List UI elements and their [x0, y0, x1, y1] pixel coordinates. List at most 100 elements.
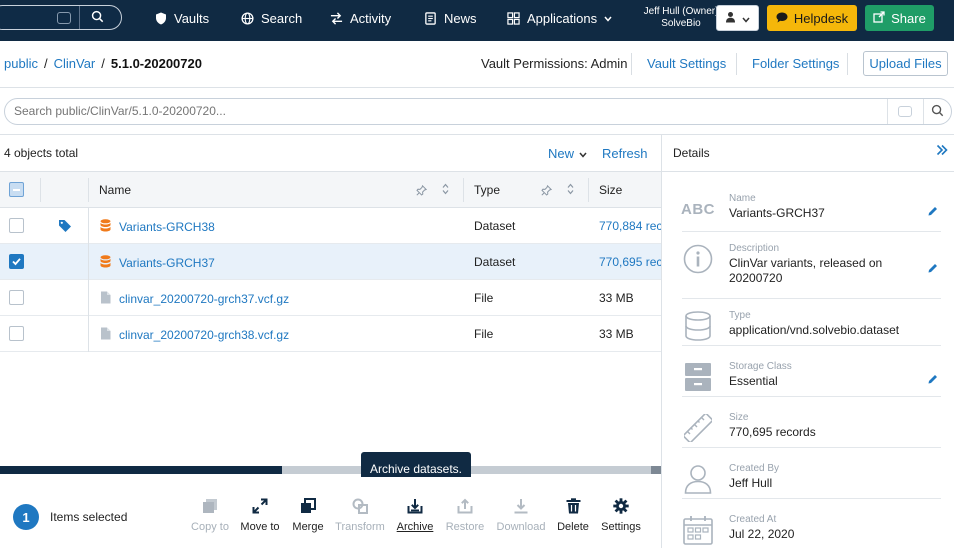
refresh-button[interactable]: Refresh [602, 146, 648, 161]
arrows-exchange-icon [330, 12, 343, 25]
gear-icon [591, 496, 651, 516]
breadcrumb-current: 5.1.0-20200720 [110, 56, 202, 71]
selection-action-bar: 1 Items selected Copy to Move to Merge T… [0, 477, 661, 548]
detail-label: Description [729, 243, 780, 254]
transform-button[interactable]: Transform [330, 496, 390, 533]
row-name-link[interactable]: Variants-GRCH37 [100, 255, 215, 271]
top-navbar: Vaults Search Activity News Applications… [0, 0, 954, 41]
nav-vaults[interactable]: Vaults [155, 11, 209, 26]
shield-icon [155, 12, 167, 25]
detail-storage-class: Storage Class Essential [682, 361, 941, 397]
detail-value: application/vnd.solvebio.dataset [729, 323, 900, 337]
detail-label: Type [729, 310, 751, 321]
clear-search-icon[interactable] [57, 12, 71, 24]
row-type: File [474, 291, 494, 305]
tag-icon[interactable] [58, 219, 72, 235]
restore-icon [435, 496, 495, 516]
merge-icon [278, 496, 338, 516]
detail-label: Name [729, 193, 756, 204]
row-size: 33 MB [599, 291, 634, 305]
breadcrumb-separator: / [43, 56, 48, 71]
divider [736, 53, 737, 75]
divider [631, 53, 632, 75]
selected-count-badge: 1 [13, 504, 39, 530]
sort-icon[interactable] [567, 183, 574, 198]
settings-button[interactable]: Settings [591, 496, 651, 533]
row-checkbox[interactable] [9, 326, 24, 341]
nav-activity[interactable]: Activity [330, 11, 391, 26]
detail-value: ClinVar variants, released on 20200720 [729, 256, 883, 285]
restore-button[interactable]: Restore [435, 496, 495, 533]
nav-search[interactable]: Search [241, 11, 302, 26]
row-checkbox[interactable] [9, 254, 24, 269]
pin-icon[interactable] [541, 184, 553, 199]
pencil-icon[interactable] [928, 204, 938, 219]
detail-description: Description ClinVar variants, released o… [682, 243, 941, 299]
table-row[interactable]: Variants-GRCH37 Dataset 770,695 records [0, 244, 661, 280]
cabinet-icon [682, 361, 714, 393]
newspaper-icon [424, 12, 437, 25]
nav-news[interactable]: News [424, 11, 477, 26]
user-menu-button[interactable] [716, 5, 759, 31]
breadcrumb-item[interactable]: public [4, 56, 38, 71]
breadcrumb: public / ClinVar / 5.1.0-20200720 [4, 56, 202, 71]
row-name-link[interactable]: clinvar_20200720-grch37.vcf.gz [100, 291, 289, 307]
row-name-link[interactable]: clinvar_20200720-grch38.vcf.gz [100, 327, 289, 343]
nav-applications[interactable]: Applications [507, 11, 612, 26]
folder-settings-link[interactable]: Folder Settings [752, 56, 839, 71]
details-panel: Details ABC Name Variants-GRCH37 Descrip… [661, 135, 954, 548]
row-checkbox[interactable] [9, 290, 24, 305]
nav-label: Applications [527, 11, 598, 26]
table-row[interactable]: clinvar_20200720-grch37.vcf.gz File 33 M… [0, 280, 661, 316]
folder-search-input[interactable] [14, 104, 874, 118]
detail-value: Jul 22, 2020 [729, 527, 795, 541]
database-icon [682, 310, 714, 342]
detail-type: Type application/vnd.solvebio.dataset [682, 310, 941, 346]
chevron-down-icon [579, 146, 587, 161]
action-label: Restore [445, 521, 485, 533]
object-count: 4 objects total [4, 146, 79, 160]
pin-icon[interactable] [416, 184, 428, 199]
download-button[interactable]: Download [491, 496, 551, 533]
action-label: Settings [601, 521, 641, 533]
helpdesk-button[interactable]: Helpdesk [767, 5, 857, 31]
row-type: Dataset [474, 255, 516, 269]
table-row[interactable]: Variants-GRCH38 Dataset 770,884 records [0, 208, 661, 244]
sort-icon[interactable] [442, 183, 449, 198]
merge-button[interactable]: Merge [278, 496, 338, 533]
new-dropdown[interactable]: New [548, 146, 587, 161]
row-size[interactable]: 770,695 records [599, 255, 661, 269]
share-button[interactable]: Share [865, 5, 934, 31]
row-size[interactable]: 770,884 records [599, 219, 661, 233]
row-name: clinvar_20200720-grch37.vcf.gz [119, 292, 290, 306]
divider [88, 208, 89, 352]
vault-settings-link[interactable]: Vault Settings [647, 56, 726, 71]
row-name-link[interactable]: Variants-GRCH38 [100, 219, 215, 235]
pencil-icon[interactable] [928, 372, 938, 387]
abc-icon: ABC [681, 200, 715, 218]
upload-files-button[interactable]: Upload Files [863, 51, 948, 76]
info-icon [682, 243, 714, 275]
breadcrumb-item[interactable]: ClinVar [54, 56, 96, 71]
share-icon [873, 10, 885, 26]
user-icon [682, 463, 714, 495]
select-all-checkbox[interactable] [9, 182, 24, 197]
grid-icon [507, 12, 520, 25]
column-header-name[interactable]: Name [99, 183, 131, 197]
table-row[interactable]: clinvar_20200720-grch38.vcf.gz File 33 M… [0, 316, 661, 352]
nav-search-input[interactable] [0, 5, 122, 30]
clear-search-icon[interactable] [898, 106, 912, 117]
horizontal-scrollbar[interactable] [0, 466, 661, 474]
column-header-size[interactable]: Size [599, 183, 622, 197]
chat-bubble-icon [776, 11, 788, 26]
search-icon[interactable] [931, 104, 944, 120]
scrollbar-thumb[interactable] [0, 466, 282, 474]
scrollbar-arrow[interactable] [651, 466, 661, 474]
pencil-icon[interactable] [928, 261, 938, 276]
nav-label: Search [261, 11, 303, 26]
column-header-type[interactable]: Type [474, 183, 500, 197]
detail-value: Jeff Hull [729, 476, 773, 490]
row-checkbox[interactable] [9, 218, 24, 233]
search-icon[interactable] [91, 10, 104, 26]
collapse-panel-icon[interactable] [936, 144, 948, 159]
